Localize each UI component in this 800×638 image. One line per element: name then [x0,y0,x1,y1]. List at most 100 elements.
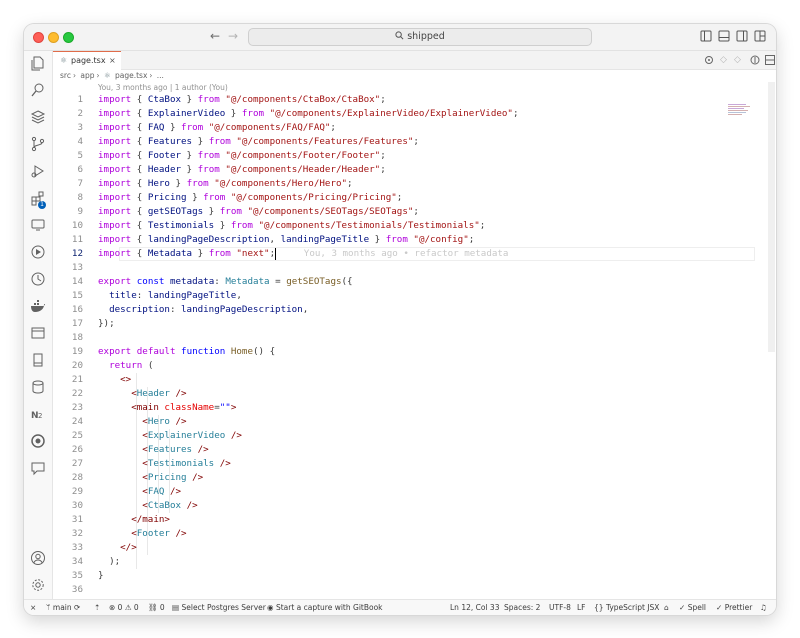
code-line[interactable]: 29 <FAQ /> [53,485,753,499]
minimap-line [728,112,746,113]
problems-indicator[interactable]: ⊗ 0 ⚠ 0 [109,600,139,615]
minimize-window-button[interactable] [48,32,59,43]
remote-indicator-icon[interactable]: ⨯ [30,600,36,615]
end-of-line[interactable]: LF [577,600,586,615]
gear-icon[interactable] [30,577,46,593]
code-line[interactable]: 20 return ( [53,359,753,373]
code-line[interactable]: 25 <ExplainerVideo /> [53,429,753,443]
blame-header[interactable]: You, 3 months ago | 1 author (You) [98,82,228,93]
zoom-window-button[interactable] [63,32,74,43]
forward-arrow-icon[interactable]: → [228,29,238,43]
code-line[interactable]: 32 <Footer /> [53,527,753,541]
line-number: 3 [77,122,83,133]
spell-status[interactable]: ✓ Spell [679,600,706,615]
code-line[interactable]: 5 import { Footer } from "@/components/Fo… [53,149,753,163]
vertical-scrollbar[interactable] [768,82,775,352]
postgres-status[interactable]: ▤ Select Postgres Server [172,600,266,615]
next-change-icon[interactable]: ◇ [734,55,741,65]
code-line[interactable]: 8 import { Pricing } from "@/components/P… [53,191,753,205]
copilot-icon[interactable]: ⌂ [664,600,669,615]
code-line[interactable]: 2 import { ExplainerVideo } from "@/compo… [53,107,753,121]
code-line[interactable]: 26 <Features /> [53,443,753,457]
code-line[interactable]: 27 <Testimonials /> [53,457,753,471]
code-line[interactable]: 12 import { Metadata } from "next"; You, … [53,247,753,261]
toggle-secondary-sidebar-icon[interactable] [736,30,748,42]
branch-indicator[interactable]: ᛘ main ⟳ [46,600,80,615]
code-line[interactable]: 13 [53,261,753,275]
code-line[interactable]: 31 </main> [53,513,753,527]
close-window-button[interactable] [33,32,44,43]
minimap-line [728,108,744,109]
stack-icon[interactable] [30,109,46,125]
remote-explorer-icon[interactable] [30,217,46,233]
toggle-sidebar-icon[interactable] [700,30,712,42]
panels-icon[interactable] [30,325,46,341]
docker-icon[interactable] [30,298,46,314]
tab-page-tsx[interactable]: ⚛ page.tsx × [53,51,121,70]
chat-icon[interactable] [30,460,46,476]
code-line[interactable]: 16 description: landingPageDescription, [53,303,753,317]
previous-change-icon[interactable]: ◇ [720,55,727,65]
run-debug-icon[interactable] [30,163,46,179]
back-arrow-icon[interactable]: ← [210,29,220,43]
code-line[interactable]: 14 export const metadata: Metadata = getS… [53,275,753,289]
target-icon[interactable] [30,433,46,449]
ports-indicator[interactable]: ⛓ 0 [148,600,165,615]
publish-icon[interactable]: ⇡ [94,600,100,615]
breadcrumb-item-app[interactable]: app [80,71,94,80]
breadcrumb-item-src[interactable]: src [60,71,71,80]
command-center-search[interactable]: shipped [248,28,592,46]
encoding[interactable]: UTF-8 [549,600,571,615]
search-icon [395,31,404,40]
code-line[interactable]: 34 ); [53,555,753,569]
split-editor-icon[interactable] [765,55,775,65]
code-line[interactable]: 19 export default function Home() { [53,345,753,359]
code-line[interactable]: 22 <Header /> [53,387,753,401]
code-line[interactable]: 6 import { Header } from "@/components/He… [53,163,753,177]
code-line[interactable]: 4 import { Features } from "@/components/… [53,135,753,149]
code-text: import { Pricing } from "@/components/Pr… [98,192,403,203]
code-line[interactable]: 1 import { CtaBox } from "@/components/Ct… [53,93,753,107]
code-line[interactable]: 11 import { landingPageDescription, landi… [53,233,753,247]
code-line[interactable]: 33 </> [53,541,753,555]
code-line[interactable]: 24 <Hero /> [53,415,753,429]
code-line[interactable]: 15 title: landingPageTitle, [53,289,753,303]
code-line[interactable]: 35} [53,569,753,583]
code-text: import { Features } from "@/components/F… [98,136,419,147]
prettier-status[interactable]: ✓ Prettier [716,600,752,615]
account-icon[interactable] [30,550,46,566]
code-line[interactable]: 21 <> [53,373,753,387]
source-control-icon[interactable] [30,136,46,152]
language-mode[interactable]: {} TypeScript JSX [594,600,659,615]
n8n-icon[interactable]: N2 [30,406,46,422]
toggle-panel-icon[interactable] [718,30,730,42]
code-line[interactable]: 7 import { Hero } from "@/components/Hero… [53,177,753,191]
code-line[interactable]: 30 <CtaBox /> [53,499,753,513]
code-line[interactable]: 28 <Pricing /> [53,471,753,485]
database-icon[interactable] [30,379,46,395]
testing-icon[interactable] [30,244,46,260]
timeline-icon[interactable] [30,271,46,287]
cursor-position[interactable]: Ln 12, Col 33 [450,600,499,615]
close-tab-icon[interactable]: × [109,52,116,69]
breadcrumb-item-file[interactable]: page.tsx [115,71,147,80]
search-icon[interactable] [30,82,46,98]
toggle-blame-icon[interactable] [750,55,760,65]
gitbook-status[interactable]: ◉ Start a capture with GitBook [267,600,383,615]
code-line[interactable]: 9 import { getSEOTags } from "@/component… [53,205,753,219]
code-line[interactable]: 18 [53,331,753,345]
code-line[interactable]: 10 import { Testimonials } from "@/compon… [53,219,753,233]
code-line[interactable]: 17}); [53,317,753,331]
breadcrumb-item-more[interactable]: ... [157,71,164,80]
code-line[interactable]: 36 [53,583,753,597]
book-icon[interactable] [30,352,46,368]
open-changes-icon[interactable] [704,55,714,65]
explorer-icon[interactable] [30,55,46,71]
line-number: 18 [71,332,83,343]
notifications-bell-icon[interactable]: ♫ [760,600,767,615]
code-line[interactable]: 23 <main className=""> [53,401,753,415]
code-line[interactable]: 3 import { FAQ } from "@/components/FAQ/F… [53,121,753,135]
indentation[interactable]: Spaces: 2 [504,600,540,615]
code-text: import { Footer } from "@/components/Foo… [98,150,386,161]
customize-layout-icon[interactable] [754,30,766,42]
